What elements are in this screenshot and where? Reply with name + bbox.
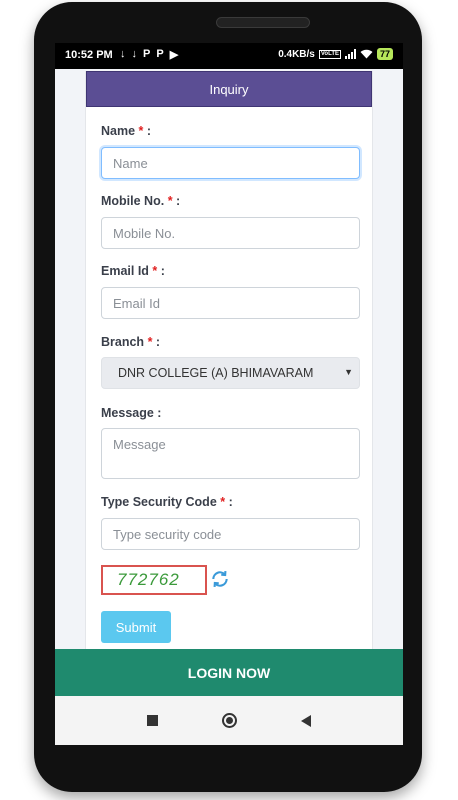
download-icon: ↓ [120,48,126,60]
dropdown-arrow-icon: ▼ [344,367,353,377]
security-code-label: Type Security Code * : [101,495,233,509]
volte-icon: VoLTE [318,49,341,59]
back-icon[interactable] [301,714,311,727]
security-code-input[interactable] [101,518,360,550]
branch-select[interactable]: DNR COLLEGE (A) BHIMAVARAM ▼ [101,357,360,389]
email-input[interactable] [101,287,360,319]
android-nav-bar [55,696,403,745]
speaker-grille [216,17,310,28]
captcha-image: 772762 [101,565,207,595]
captcha-code: 772762 [117,570,180,589]
refresh-icon[interactable] [210,569,230,589]
recents-icon[interactable] [147,715,158,726]
paytm-icon: P [143,48,151,60]
submit-button[interactable]: Submit [101,611,171,643]
message-input[interactable] [101,428,360,479]
name-label: Name * : [101,124,152,138]
mobile-label: Mobile No. * : [101,194,181,208]
status-time: 10:52 PM [65,49,113,61]
battery-icon: 77 [376,48,393,60]
play-store-icon: ▶ [169,49,179,61]
net-speed: 0.4KB/s [278,48,315,60]
signal-icon [344,49,356,59]
login-now-button[interactable]: LOGIN NOW [55,649,403,696]
branch-label: Branch * : [101,335,161,349]
name-input[interactable] [101,147,360,179]
status-right: 0.4KB/s VoLTE 77 [278,48,393,60]
inquiry-header: Inquiry [86,71,372,107]
message-label: Message : [101,406,162,420]
inquiry-title: Inquiry [209,81,249,97]
email-label: Email Id * : [101,264,165,278]
status-bar: 10:52 PM ↓ ↓ P P ▶ 0.4KB/s VoLTE 77 [55,43,403,69]
inquiry-card: Inquiry Name * : Mobile No. * : Email Id… [85,71,373,671]
notification-icons: ↓ ↓ P P ▶ [120,48,178,61]
wifi-icon [360,49,373,59]
branch-selected-value: DNR COLLEGE (A) BHIMAVARAM [118,366,314,380]
download-icon: ↓ [131,48,138,60]
screen: 10:52 PM ↓ ↓ P P ▶ 0.4KB/s VoLTE 77 Inqu… [55,43,403,745]
home-icon[interactable] [222,713,237,728]
paytm-icon: P [156,48,164,60]
mobile-input[interactable] [101,217,360,249]
